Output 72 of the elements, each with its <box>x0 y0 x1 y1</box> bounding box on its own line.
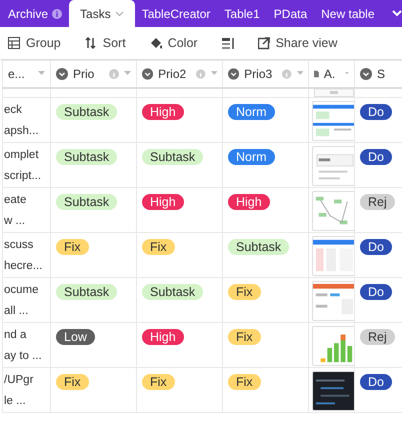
grid-icon <box>8 36 20 50</box>
tab[interactable]: Archive <box>1 0 70 27</box>
status-tag: Rej <box>360 328 395 344</box>
tab[interactable]: PData <box>266 0 314 27</box>
single-select-icon <box>142 68 154 80</box>
column-header: Prio2 <box>158 66 186 83</box>
share-icon <box>258 36 270 50</box>
cell-text: ocume <box>4 282 40 298</box>
tag: Subtask <box>228 238 290 254</box>
cell-text: ay to ... <box>4 348 43 364</box>
group-button[interactable]: Group <box>0 34 73 52</box>
tab[interactable]: Tasks <box>69 0 135 27</box>
tag: Fix <box>142 238 175 254</box>
cell-text: /UPgr <box>4 372 34 388</box>
tag: High <box>228 194 270 210</box>
tag: Fix <box>228 374 261 390</box>
tag: Subtask <box>142 284 204 300</box>
tag: Subtask <box>56 148 118 164</box>
tag: Low <box>56 328 95 344</box>
tag: Subtask <box>56 194 118 210</box>
tag: Fix <box>56 374 89 390</box>
status-tag: Do <box>360 104 392 120</box>
cell-text: hecre... <box>4 258 44 274</box>
status-tag: Do <box>360 284 392 300</box>
color-button[interactable]: Color <box>138 34 210 52</box>
tab[interactable]: Table1 <box>217 0 267 27</box>
column-header: A. <box>324 66 336 83</box>
tag: Norm <box>228 148 275 164</box>
single-select-icon <box>56 68 68 80</box>
caret-down-icon <box>124 71 131 76</box>
caret-down-icon <box>38 71 45 76</box>
tag: Fix <box>228 328 261 344</box>
caret-down-icon <box>210 71 218 76</box>
chevron-down-icon <box>392 10 402 17</box>
tag: Norm <box>228 104 275 120</box>
tag: Fix <box>228 284 261 300</box>
tag: Subtask <box>56 104 118 120</box>
cell-text: script... <box>4 168 42 184</box>
cell-text: eck <box>4 102 23 118</box>
cell-text: scuss <box>4 238 34 252</box>
sort-icon <box>84 36 97 50</box>
tag: High <box>142 104 184 120</box>
tag: Subtask <box>142 148 204 164</box>
row-height-icon <box>222 36 234 50</box>
single-select-icon <box>228 68 240 80</box>
tag: High <box>142 194 184 210</box>
single-select-icon <box>360 68 372 80</box>
status-tag: Do <box>360 148 392 164</box>
cell-text: w ... <box>4 214 26 228</box>
paint-bucket-icon <box>150 36 162 50</box>
cell-text: le ... <box>4 394 27 408</box>
cell-text: omplet <box>4 148 40 162</box>
status-tag: Do <box>360 238 392 254</box>
cell-text: apsh... <box>4 124 40 138</box>
column-header: S <box>377 66 386 83</box>
tag: Fix <box>56 238 89 254</box>
cell-text: nd a <box>4 328 28 342</box>
status-tag: Rej <box>360 194 395 210</box>
caret-down-icon <box>296 71 304 76</box>
tag: High <box>142 328 184 344</box>
cell-text: eate <box>4 192 28 208</box>
sort-button[interactable]: Sort <box>72 34 138 52</box>
tag: Fix <box>142 374 175 390</box>
cell-text: all ... <box>4 304 30 318</box>
tab[interactable]: New table <box>314 0 382 27</box>
status-tag: Do <box>360 374 392 390</box>
tab[interactable]: TableCreator <box>134 0 218 27</box>
column-header: Prio <box>73 66 94 83</box>
share-button[interactable]: Share view <box>246 34 350 52</box>
column-header: Prio3 <box>244 66 272 83</box>
tag: Subtask <box>56 284 118 300</box>
column-header: e... <box>8 66 25 83</box>
